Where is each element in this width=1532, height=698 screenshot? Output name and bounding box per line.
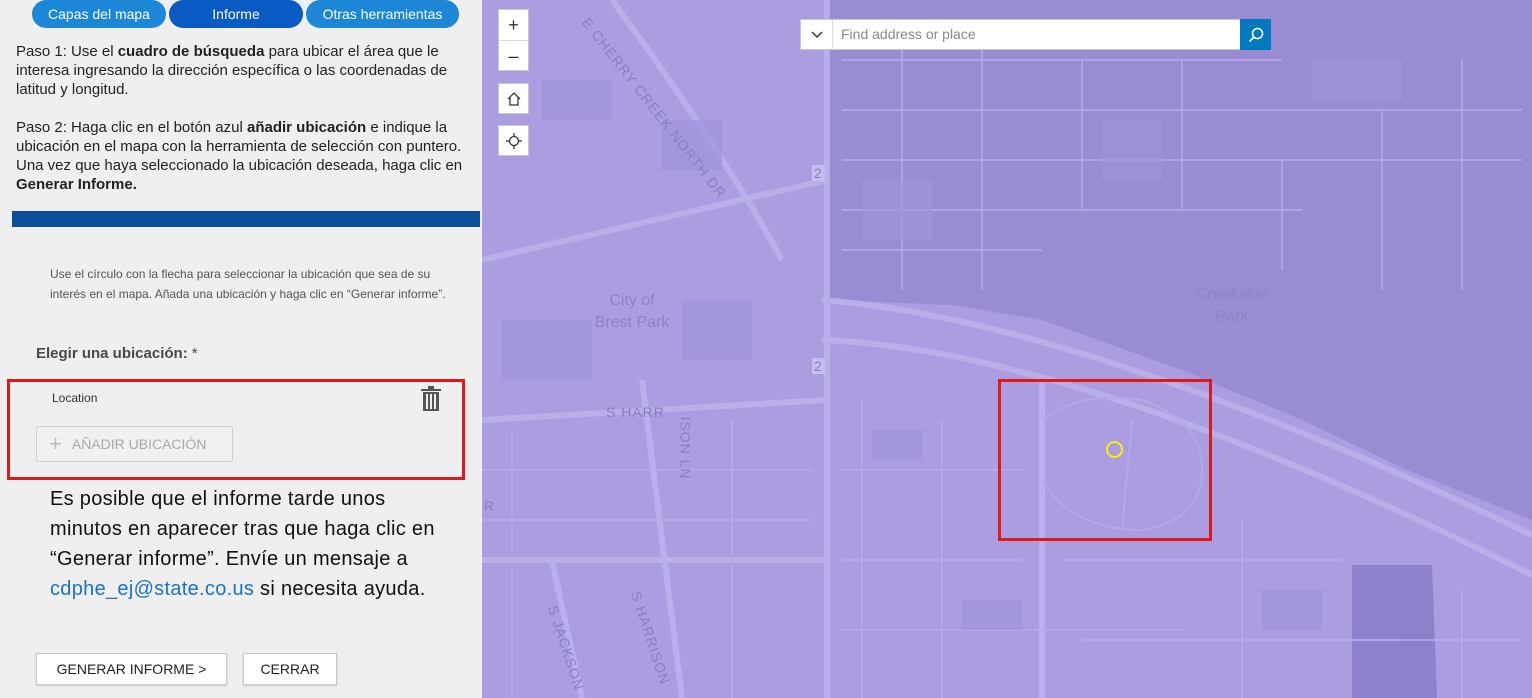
form-hint: Use el círculo con la flecha para selecc…: [50, 267, 446, 301]
route-shield-a: 2: [812, 165, 825, 181]
note-text: Es posible que el informe tarde unos min…: [50, 488, 435, 570]
home-icon: [507, 91, 520, 106]
search-source-dropdown[interactable]: [801, 20, 833, 49]
step-2-bold-generate: Generar Informe.: [16, 176, 137, 193]
panel-tabs: Capas del mapa Informe Otras herramienta…: [32, 0, 459, 30]
note-text-end: si necesita ayuda.: [254, 578, 426, 600]
close-button[interactable]: CERRAR: [243, 653, 337, 685]
home-button[interactable]: [498, 83, 529, 114]
label-s-harrison-a: S HARR: [606, 404, 665, 420]
label-creekside-park: Creekside Park: [1195, 286, 1269, 325]
search-input[interactable]: Find address or place: [833, 20, 1270, 49]
label-city-park: City of Brest Park: [594, 292, 670, 331]
search-widget: Find address or place: [800, 19, 1271, 50]
choose-location-label: Elegir una ubicación: *: [36, 345, 198, 362]
step-2: Paso 2: Haga clic en el botón azul añadi…: [16, 118, 478, 194]
step-2-bold-add: añadir ubicación: [246, 119, 367, 136]
highlight-box-location: [7, 379, 465, 480]
locate-button[interactable]: [498, 125, 529, 156]
zoom-out-button[interactable]: –: [499, 41, 528, 71]
zoom-controls: + –: [498, 9, 529, 71]
tab-report[interactable]: Informe: [169, 0, 303, 28]
step-1-bold: cuadro de búsqueda: [117, 43, 265, 60]
chevron-down-icon: [810, 30, 823, 38]
choose-location-text: Elegir una ubicación:: [36, 345, 188, 362]
section-divider: [12, 211, 480, 227]
tab-map-layers[interactable]: Capas del mapa: [32, 0, 166, 28]
highlight-box-map: [998, 379, 1212, 541]
report-note: Es posible que el informe tarde unos min…: [50, 484, 450, 604]
label-s-harrison-b: ISON LN: [677, 416, 694, 480]
label-edge-r: R: [484, 498, 496, 514]
step-1: Paso 1: Use el cuadro de búsqueda para u…: [16, 42, 478, 99]
tab-other-tools[interactable]: Otras herramientas: [306, 0, 459, 28]
zoom-in-button[interactable]: +: [499, 10, 528, 40]
search-button[interactable]: [1240, 19, 1271, 50]
required-mark: *: [191, 345, 198, 362]
locate-icon: [505, 132, 522, 149]
search-icon: [1248, 27, 1263, 42]
selected-location-marker[interactable]: [1106, 441, 1123, 458]
report-panel: Capas del mapa Informe Otras herramienta…: [0, 0, 482, 698]
instructions: Paso 1: Use el cuadro de búsqueda para u…: [16, 42, 478, 213]
step-1-text: Paso 1: Use el: [16, 43, 118, 60]
route-shield-b: 2: [812, 358, 825, 374]
contact-email-link[interactable]: cdphe_ej@state.co.us: [50, 578, 254, 600]
map-view[interactable]: City of Brest Park Creekside Park E CHER…: [482, 0, 1532, 698]
step-2-text: Paso 2: Haga clic en el botón azul: [16, 119, 247, 136]
generate-report-button[interactable]: GENERAR INFORME >: [36, 653, 227, 685]
